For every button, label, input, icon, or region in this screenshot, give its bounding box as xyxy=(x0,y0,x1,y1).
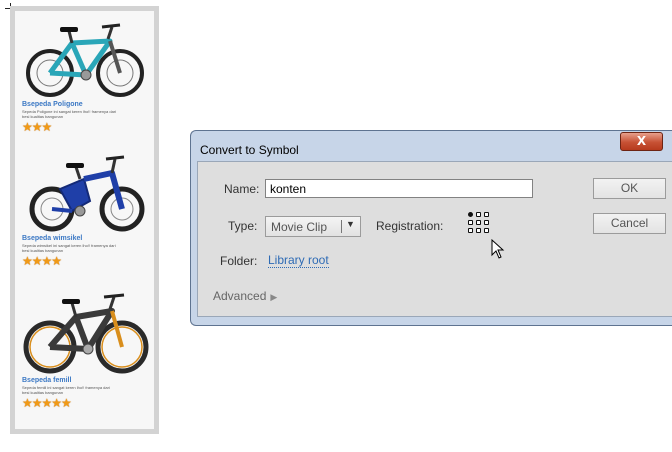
product-description: Sepeda Poligone ini sangat keren lho!! f… xyxy=(22,109,117,119)
product-rating-stars: ★★★ xyxy=(22,120,52,134)
close-button[interactable]: X xyxy=(620,132,663,151)
registration-point-center[interactable] xyxy=(476,220,481,225)
cancel-button[interactable]: Cancel xyxy=(593,213,666,234)
product-rating-stars: ★★★★ xyxy=(22,254,62,268)
registration-point-top-left[interactable] xyxy=(468,212,473,217)
dialog-title: Convert to Symbol xyxy=(200,143,299,157)
advanced-label: Advanced xyxy=(213,289,267,303)
product-title[interactable]: Bsepeda Poligone xyxy=(22,101,150,108)
dropdown-arrow-icon: ▼ xyxy=(346,219,355,229)
bicycle-icon xyxy=(26,23,144,97)
advanced-toggle[interactable]: Advanced ▶ xyxy=(213,289,277,303)
convert-to-symbol-dialog[interactable]: Convert to Symbol X Name: OK Cancel Type… xyxy=(190,130,672,326)
product-title[interactable]: Bsepeda wimsikel xyxy=(22,235,150,242)
registration-point-middle-right[interactable] xyxy=(484,220,489,225)
ok-button[interactable]: OK xyxy=(593,178,666,199)
registration-label: Registration: xyxy=(376,219,444,233)
product-card[interactable]: Bsepeda Poligone Sepeda Poligone ini san… xyxy=(20,15,150,133)
registration-point-bottom-right[interactable] xyxy=(484,228,489,233)
name-input[interactable] xyxy=(265,179,533,198)
registration-point-bottom-left[interactable] xyxy=(468,228,473,233)
name-label: Name: xyxy=(224,182,260,196)
type-select-value: Movie Clip xyxy=(271,220,328,234)
product-card[interactable]: Bsepeda femill Sepeda femill ini sangat … xyxy=(20,291,150,409)
close-icon: X xyxy=(636,134,647,148)
product-strip[interactable]: Bsepeda Poligone Sepeda Poligone ini san… xyxy=(10,6,159,434)
product-card[interactable]: Bsepeda wimsikel Sepeda wimsikel ini san… xyxy=(20,149,150,267)
folder-link[interactable]: Library root xyxy=(268,254,329,268)
expand-arrow-icon: ▶ xyxy=(270,292,278,302)
screen: Bsepeda Poligone Sepeda Poligone ini san… xyxy=(0,0,672,452)
product-description: Sepeda femill ini sangat keren lho!! fra… xyxy=(22,385,110,395)
bicycle-icon xyxy=(29,155,145,232)
product-rating-stars: ★★★★★ xyxy=(22,396,72,410)
type-select[interactable]: Movie Clip ▼ xyxy=(265,216,361,237)
dialog-titlebar[interactable]: Convert to Symbol X xyxy=(191,131,672,161)
select-divider xyxy=(341,220,342,233)
registration-point-middle-left[interactable] xyxy=(468,220,473,225)
mouse-cursor-icon xyxy=(491,239,505,259)
type-label: Type: xyxy=(228,219,258,233)
dialog-body: Name: OK Cancel Type: Movie Clip ▼ Regis… xyxy=(197,161,672,317)
registration-grid-icon[interactable] xyxy=(468,212,492,236)
registration-point-top-center[interactable] xyxy=(476,212,481,217)
registration-point-top-right[interactable] xyxy=(484,212,489,217)
product-description: Sepeda wimsikel ini sangat keren lho!! f… xyxy=(22,243,116,253)
folder-label: Folder: xyxy=(220,254,258,268)
registration-point-bottom-center[interactable] xyxy=(476,228,481,233)
bicycle-icon xyxy=(23,293,149,374)
product-title[interactable]: Bsepeda femill xyxy=(22,377,150,384)
